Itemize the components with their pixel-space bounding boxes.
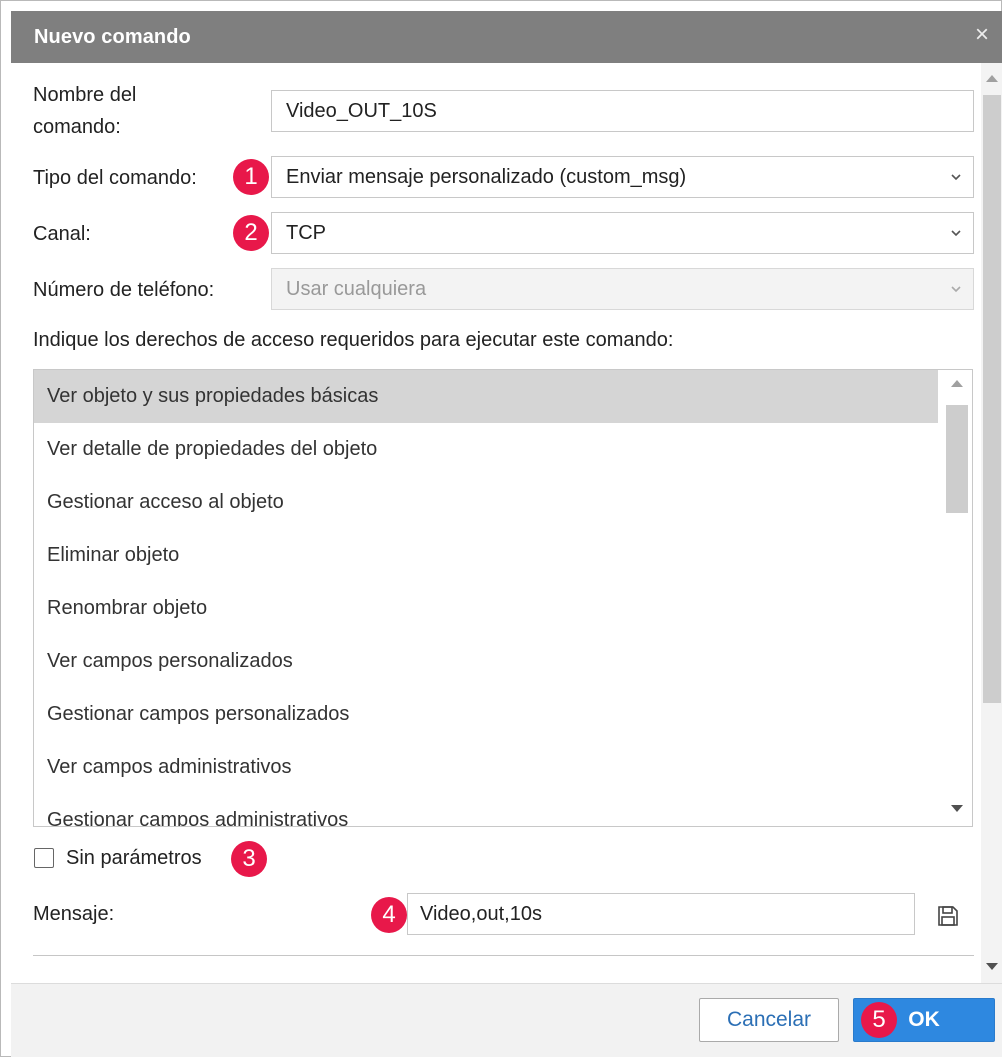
annotation-badge-3: 3 <box>231 841 267 877</box>
list-scroll-thumb[interactable] <box>946 405 968 513</box>
message-label: Mensaje: <box>33 903 115 925</box>
channel-select[interactable]: TCP <box>271 212 974 254</box>
command-name-label: Nombre del comando: <box>33 84 137 138</box>
scroll-down-arrow-icon[interactable] <box>951 805 963 812</box>
annotation-badge-4: 4 <box>371 897 407 933</box>
chevron-down-icon <box>951 230 961 237</box>
list-item[interactable]: Ver campos administrativos <box>34 741 938 794</box>
save-icon[interactable] <box>936 904 960 928</box>
dialog-scrollbar[interactable] <box>981 63 1002 983</box>
list-item[interactable]: Eliminar objeto <box>34 529 938 582</box>
phone-number-select: Usar cualquiera <box>271 268 974 310</box>
list-item[interactable]: Ver objeto y sus propiedades básicas <box>34 370 938 423</box>
channel-label: Canal: <box>33 223 91 245</box>
no-parameters-label: Sin parámetros <box>66 847 202 869</box>
phone-number-value: Usar cualquiera <box>286 278 427 300</box>
cancel-button[interactable]: Cancelar <box>699 998 839 1042</box>
scroll-down-arrow-icon[interactable] <box>986 963 998 970</box>
close-icon[interactable]: × <box>975 23 989 47</box>
command-type-select[interactable]: Enviar mensaje personalizado (custom_msg… <box>271 156 974 198</box>
list-item[interactable]: Ver detalle de propiedades del objeto <box>34 423 938 476</box>
command-type-label: Tipo del comando: <box>33 167 197 189</box>
dialog-titlebar[interactable]: Nuevo comando × <box>11 11 1002 63</box>
no-parameters-checkbox[interactable] <box>34 848 54 868</box>
chevron-down-icon <box>951 174 961 181</box>
annotation-badge-1: 1 <box>233 159 269 195</box>
list-item[interactable]: Gestionar acceso al objeto <box>34 476 938 529</box>
chevron-down-icon <box>951 286 961 293</box>
ok-button-label: OK <box>908 1008 940 1031</box>
annotation-badge-5: 5 <box>861 1002 897 1038</box>
access-rights-list[interactable]: Ver objeto y sus propiedades básicas Ver… <box>33 369 973 827</box>
new-command-dialog: Nuevo comando × Nombre del comando: Vide… <box>0 0 1002 1057</box>
channel-value: TCP <box>286 222 326 244</box>
message-input[interactable]: Video,out,10s <box>407 893 915 935</box>
access-rights-label: Indique los derechos de acceso requerido… <box>33 329 674 351</box>
section-divider <box>33 955 974 956</box>
list-item[interactable]: Ver campos personalizados <box>34 635 938 688</box>
annotation-badge-2: 2 <box>233 215 269 251</box>
list-scrollbar[interactable] <box>939 370 972 826</box>
phone-number-label: Número de teléfono: <box>33 279 215 301</box>
dialog-title: Nuevo comando <box>34 26 191 48</box>
scroll-up-arrow-icon[interactable] <box>951 380 963 387</box>
command-type-value: Enviar mensaje personalizado (custom_msg… <box>286 166 687 188</box>
scroll-up-arrow-icon[interactable] <box>986 75 998 82</box>
dialog-scroll-thumb[interactable] <box>983 95 1001 703</box>
command-name-input[interactable]: Video_OUT_10S <box>271 90 974 132</box>
list-item[interactable]: Renombrar objeto <box>34 582 938 635</box>
list-item[interactable]: Gestionar campos administrativos <box>34 794 938 826</box>
list-item[interactable]: Gestionar campos personalizados <box>34 688 938 741</box>
